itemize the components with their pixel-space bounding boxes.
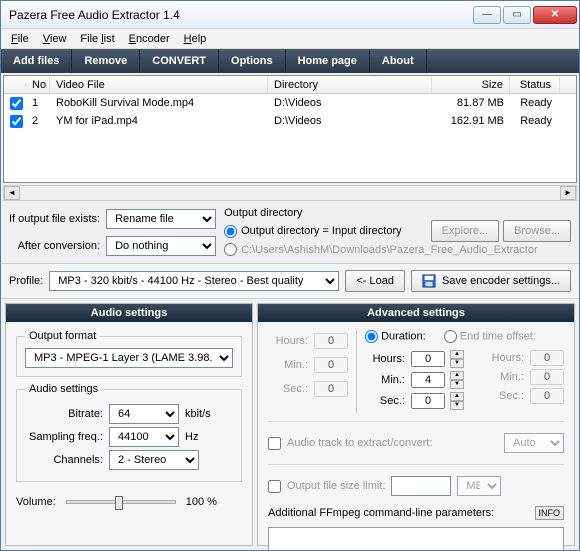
table-row[interactable]: 1 RoboKill Survival Mode.mp4 D:\Videos 8… xyxy=(4,94,576,112)
freq-select[interactable]: 44100 xyxy=(109,427,179,447)
horizontal-scrollbar[interactable]: ◄ ► xyxy=(3,185,577,201)
homepage-button[interactable]: Home page xyxy=(286,49,370,73)
advanced-settings-header: Advanced settings xyxy=(258,304,574,322)
audio-settings-legend: Audio settings xyxy=(25,383,102,395)
ffmpeg-params-input[interactable] xyxy=(268,527,564,550)
col-file[interactable]: Video File xyxy=(50,77,268,93)
volume-label: Volume: xyxy=(16,496,56,508)
freq-label: Sampling freq.: xyxy=(25,431,103,443)
dur-sec-input[interactable] xyxy=(411,393,445,409)
start-min-input[interactable] xyxy=(314,357,348,373)
duration-radio[interactable] xyxy=(365,330,378,343)
col-status[interactable]: Status xyxy=(510,77,560,93)
start-hours-input[interactable] xyxy=(314,333,348,349)
bitrate-label: Bitrate: xyxy=(25,408,103,420)
audio-track-select[interactable]: Auto xyxy=(504,433,564,453)
audio-track-checkbox[interactable] xyxy=(268,437,281,450)
menu-file[interactable]: File xyxy=(5,31,35,47)
row-checkbox[interactable] xyxy=(10,115,23,128)
size-limit-label: Output file size limit: xyxy=(287,480,385,492)
profile-bar: Profile: MP3 - 320 kbit/s - 44100 Hz - S… xyxy=(1,264,579,299)
dur-hours-input[interactable] xyxy=(411,351,445,367)
minimize-button[interactable]: — xyxy=(473,6,501,24)
profile-select[interactable]: MP3 - 320 kbit/s - 44100 Hz - Stereo - B… xyxy=(49,271,339,291)
about-button[interactable]: About xyxy=(370,49,427,73)
if-exists-select[interactable]: Rename file xyxy=(106,209,216,229)
spinner-icon[interactable]: ▲▼ xyxy=(450,350,464,368)
advanced-settings-panel: Advanced settings Hours: Min.: Sec.: Dur… xyxy=(257,303,575,546)
end-min-input[interactable] xyxy=(530,369,564,385)
info-button[interactable]: INFO xyxy=(535,506,565,520)
size-limit-input[interactable] xyxy=(391,476,451,496)
options-button[interactable]: Options xyxy=(219,49,286,73)
spinner-icon[interactable]: ▲▼ xyxy=(450,392,464,410)
titlebar: Pazera Free Audio Extractor 1.4 — ▭ ✕ xyxy=(1,1,579,29)
menubar: File View File list Encoder Help xyxy=(1,29,579,49)
outdir-path: C:\Users\AshishM\Downloads\Pazera_Free_A… xyxy=(241,244,538,256)
explore-button[interactable]: Explore... xyxy=(431,220,499,242)
end-hours-input[interactable] xyxy=(530,350,564,366)
save-encoder-button[interactable]: Save encoder settings... xyxy=(411,270,571,292)
settings-area: Audio settings Output format MP3 - MPEG-… xyxy=(1,299,579,550)
file-list: No Video File Directory Size Status 1 Ro… xyxy=(3,75,577,183)
window-title: Pazera Free Audio Extractor 1.4 xyxy=(9,8,471,22)
audio-settings-header: Audio settings xyxy=(6,304,252,322)
bitrate-unit: kbit/s xyxy=(185,408,211,420)
toolbar: Add files Remove CONVERT Options Home pa… xyxy=(1,49,579,73)
start-sec-input[interactable] xyxy=(314,381,348,397)
scroll-right-icon[interactable]: ► xyxy=(560,186,576,200)
end-sec-input[interactable] xyxy=(530,388,564,404)
output-format-select[interactable]: MP3 - MPEG-1 Layer 3 (LAME 3.98.4) xyxy=(25,348,233,368)
main-window: Pazera Free Audio Extractor 1.4 — ▭ ✕ Fi… xyxy=(0,0,580,551)
browse-button[interactable]: Browse... xyxy=(503,220,571,242)
output-dir-legend: Output directory xyxy=(224,207,571,219)
menu-filelist[interactable]: File list xyxy=(74,31,120,47)
outdir-same-label: Output directory = Input directory xyxy=(241,225,402,237)
menu-encoder[interactable]: Encoder xyxy=(123,31,176,47)
table-row[interactable]: 2 YM for iPad.mp4 D:\Videos 162.91 MB Re… xyxy=(4,112,576,130)
output-format-legend: Output format xyxy=(25,330,100,342)
outdir-custom-radio[interactable] xyxy=(224,243,237,256)
after-conversion-label: After conversion: xyxy=(9,240,100,252)
spinner-icon[interactable]: ▲▼ xyxy=(450,371,464,389)
menu-view[interactable]: View xyxy=(37,31,73,47)
menu-help[interactable]: Help xyxy=(178,31,213,47)
close-button[interactable]: ✕ xyxy=(533,6,577,24)
maximize-button[interactable]: ▭ xyxy=(503,6,531,24)
col-size[interactable]: Size xyxy=(432,77,510,93)
ffmpeg-label: Additional FFmpeg command-line parameter… xyxy=(268,507,494,519)
channels-select[interactable]: 2 - Stereo xyxy=(109,450,199,470)
size-limit-unit[interactable]: MB xyxy=(457,476,501,496)
outdir-same-radio[interactable] xyxy=(224,225,237,238)
volume-value: 100 % xyxy=(186,496,217,508)
remove-button[interactable]: Remove xyxy=(72,49,140,73)
profile-label: Profile: xyxy=(9,275,43,287)
channels-label: Channels: xyxy=(25,454,103,466)
file-list-header: No Video File Directory Size Status xyxy=(4,76,576,94)
output-controls: If output file exists: Rename file After… xyxy=(1,201,579,264)
size-limit-checkbox[interactable] xyxy=(268,480,281,493)
dur-min-input[interactable] xyxy=(411,372,445,388)
window-buttons: — ▭ ✕ xyxy=(471,6,577,24)
if-exists-label: If output file exists: xyxy=(9,213,100,225)
load-profile-button[interactable]: <- Load xyxy=(345,270,405,292)
volume-slider[interactable] xyxy=(66,500,176,504)
bitrate-select[interactable]: 64 xyxy=(109,404,179,424)
freq-unit: Hz xyxy=(185,431,198,443)
audio-settings-panel: Audio settings Output format MP3 - MPEG-… xyxy=(5,303,253,546)
after-conversion-select[interactable]: Do nothing xyxy=(106,236,216,256)
end-offset-radio[interactable] xyxy=(444,330,457,343)
disk-icon xyxy=(422,274,436,288)
col-no[interactable]: No xyxy=(26,77,50,93)
audio-track-label: Audio track to extract/convert: xyxy=(287,437,433,449)
row-checkbox[interactable] xyxy=(10,97,23,110)
convert-button[interactable]: CONVERT xyxy=(140,49,219,73)
add-files-button[interactable]: Add files xyxy=(1,49,72,73)
col-dir[interactable]: Directory xyxy=(268,77,432,93)
scroll-left-icon[interactable]: ◄ xyxy=(4,186,20,200)
